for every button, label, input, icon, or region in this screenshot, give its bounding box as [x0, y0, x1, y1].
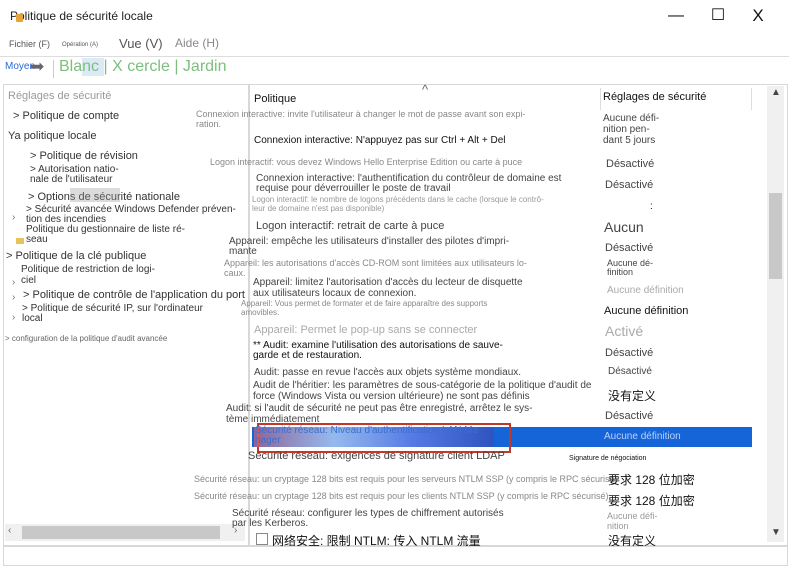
- tree-item-public-key[interactable]: > Politique de la clé publique: [6, 250, 146, 262]
- policy-row-9[interactable]: Appareil: Vous permet de formater et de …: [241, 299, 561, 317]
- title-bar: Politique de sécurité locale — ☐ X: [0, 0, 789, 32]
- chevron-right-icon[interactable]: ›: [12, 212, 15, 223]
- setting-row-10: Activé: [605, 323, 644, 339]
- tree-item-defender-firewall[interactable]: > Sécurité avancée Windows Defender prév…: [26, 205, 256, 225]
- column-header-setting[interactable]: Réglages de sécurité: [603, 91, 706, 103]
- tree-item-software-restriction[interactable]: Politique de restriction de logi-ciel: [21, 264, 181, 286]
- tree-item-audit-policy[interactable]: > Politique de révision: [30, 150, 138, 162]
- tree-item-network-list[interactable]: Politique du gestionnaire de liste ré-se…: [26, 225, 236, 245]
- status-bar: [3, 546, 788, 566]
- policy-row-16[interactable]: Sécurité réseau: exigences de signature …: [248, 450, 505, 462]
- tree-item-advanced-audit[interactable]: > configuration de la politique d'audit …: [5, 334, 167, 343]
- setting-row-11: Désactivé: [605, 347, 654, 359]
- column-divider[interactable]: [600, 88, 601, 110]
- chevron-right-icon[interactable]: ›: [12, 312, 15, 323]
- policy-row-11[interactable]: ** Audit: examine l'utilisation des auto…: [253, 341, 553, 361]
- policy-row-0[interactable]: Connexion interactive: invite l'utilisat…: [196, 109, 556, 129]
- setting-row-2: Désactivé: [606, 158, 655, 170]
- toolbar-path[interactable]: Blanc | X cercle | Jardin: [59, 58, 227, 76]
- policy-row-12[interactable]: Audit: passe en revue l'accès aux objets…: [254, 367, 521, 378]
- setting-row-9: Aucune définition: [607, 285, 684, 296]
- setting-row-13: 没有定义: [608, 389, 657, 403]
- policy-row-10[interactable]: Appareil: Permet le pop-up sans se conne…: [254, 324, 477, 336]
- policy-row-5[interactable]: Logon interactif: retrait de carte à puc…: [256, 220, 444, 232]
- policy-row-19[interactable]: Sécurité réseau: configurer les types de…: [232, 509, 572, 529]
- tree-item-local-policy[interactable]: Ya politique locale: [8, 130, 96, 142]
- tree-root[interactable]: Réglages de sécurité: [8, 90, 111, 102]
- tree-scroll-thumb[interactable]: [22, 526, 220, 539]
- setting-row-8: Aucune définition: [604, 305, 689, 317]
- setting-row-19: Aucune défi-nition: [607, 511, 658, 531]
- maximize-button[interactable]: ☐: [698, 4, 738, 28]
- policy-row-3[interactable]: Connexion interactive: l'authentificatio…: [256, 174, 596, 194]
- scroll-left-icon[interactable]: ‹: [8, 525, 11, 536]
- policy-row-14[interactable]: Audit: si l'audit de sécurité ne peut pa…: [226, 403, 566, 425]
- policy-row-15[interactable]: Sécurité réseau: Niveau d'authentificati…: [255, 426, 505, 446]
- setting-row-16: Signature de négociation: [569, 455, 647, 462]
- tree-item-app-control[interactable]: > Politique de contrôle de l'application…: [23, 289, 245, 301]
- setting-row-14: Désactivé: [605, 410, 654, 422]
- column-header-policy[interactable]: Politique: [254, 93, 296, 105]
- forward-arrow-icon[interactable]: ➡: [30, 57, 44, 77]
- tree-item-user-rights[interactable]: > Autorisation natio-nale de l'utilisate…: [30, 165, 150, 185]
- policy-row-6[interactable]: Appareil: empêche les utilisateurs d'ins…: [229, 237, 529, 257]
- menu-view[interactable]: Vue (V): [119, 36, 163, 51]
- policy-row-1[interactable]: Connexion interactive: N'appuyez pas sur…: [254, 135, 505, 146]
- list-scroll-thumb[interactable]: [769, 193, 782, 279]
- minimize-button[interactable]: —: [656, 4, 696, 28]
- setting-row-18: 要求 128 位加密: [608, 494, 695, 508]
- menu-help[interactable]: Aide (H): [175, 36, 219, 50]
- setting-row-7: Aucune dé-finition: [607, 258, 654, 277]
- sort-arrow-icon[interactable]: ^: [422, 82, 428, 97]
- setting-row-3: Désactivé: [605, 179, 654, 191]
- setting-row-6: Désactivé: [605, 242, 654, 254]
- app-icon: [16, 14, 23, 22]
- folder-icon: [16, 238, 24, 244]
- policy-row-7[interactable]: Appareil: les autorisations d'accès CD-R…: [224, 258, 584, 278]
- policy-row-2[interactable]: Logon interactif: vous devez Windows Hel…: [210, 157, 522, 167]
- menu-file[interactable]: Fichier (F): [9, 39, 50, 49]
- setting-row-0: Aucune défi-nition pen-dant 5 jours: [603, 113, 660, 146]
- tree-item-account-policy[interactable]: > Politique de compte: [13, 110, 119, 122]
- setting-row-17: 要求 128 位加密: [608, 473, 695, 487]
- policy-row-18[interactable]: Sécurité réseau: un cryptage 128 bits es…: [194, 491, 609, 501]
- column-divider: [751, 88, 752, 110]
- menu-action[interactable]: Opération (A): [62, 42, 98, 48]
- tree-item-ip-security[interactable]: > Politique de sécurité IP, sur l'ordina…: [22, 304, 232, 324]
- blur-patch: [70, 188, 120, 202]
- policy-icon: [256, 533, 268, 545]
- chevron-right-icon[interactable]: ›: [12, 277, 15, 288]
- setting-row-15: Aucune définition: [604, 431, 681, 442]
- policy-row-17[interactable]: Sécurité réseau: un cryptage 128 bits es…: [194, 474, 618, 484]
- toolbar-divider: [53, 60, 54, 78]
- policy-row-4[interactable]: Logon interactif: le nombre de logons pr…: [252, 195, 607, 213]
- list-vertical-scrollbar[interactable]: [767, 86, 784, 542]
- policy-row-13[interactable]: Audit de l'héritier: les paramètres de s…: [253, 380, 613, 402]
- policy-row-8[interactable]: Appareil: limitez l'autorisation d'accès…: [253, 277, 573, 299]
- setting-row-12: Désactivé: [608, 366, 652, 377]
- setting-row-4: :: [650, 201, 653, 212]
- chevron-right-icon[interactable]: ›: [12, 292, 15, 303]
- scroll-down-icon[interactable]: ▼: [771, 527, 781, 538]
- setting-row-5: Aucun: [604, 219, 644, 235]
- close-button[interactable]: X: [738, 4, 778, 28]
- scroll-up-icon[interactable]: ▲: [771, 87, 781, 98]
- window-title: Politique de sécurité locale: [10, 9, 153, 23]
